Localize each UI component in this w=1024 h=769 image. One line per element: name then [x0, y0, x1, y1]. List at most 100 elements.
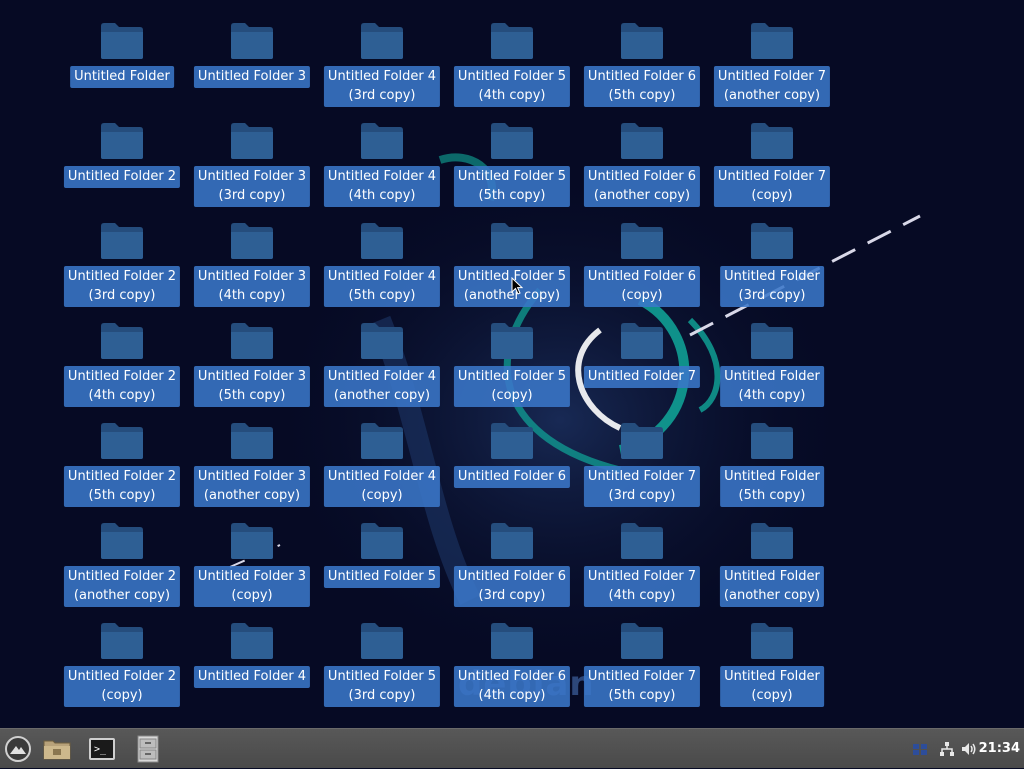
- folder-icon: [620, 522, 664, 560]
- taskbar-panel: >_ 21:34: [0, 728, 1024, 768]
- folder-name-text: Untitled Folder: [74, 69, 170, 84]
- folder-name-text: Untitled Folder 3: [197, 169, 307, 184]
- folder-icon: [750, 322, 794, 360]
- desktop-folder[interactable]: Untitled Folder 2 (4th copy): [57, 300, 187, 407]
- folder-name-text: Untitled Folder 3: [197, 69, 307, 84]
- folder-name-text: Untitled Folder 6: [587, 169, 697, 184]
- desktop-folder[interactable]: Untitled Folder (3rd copy): [707, 200, 837, 307]
- folder-name-text: Untitled Folder 7: [587, 669, 697, 684]
- desktop-folder[interactable]: Untitled Folder (5th copy): [707, 400, 837, 507]
- folder-name-text: Untitled Folder 7: [717, 69, 827, 84]
- folder-icon: [490, 22, 534, 60]
- folder-icon: [230, 222, 274, 260]
- desktop-folder[interactable]: Untitled Folder 3 (another copy): [187, 400, 317, 507]
- desktop-folder[interactable]: Untitled Folder 5 (3rd copy): [317, 600, 447, 707]
- desktop-folder[interactable]: Untitled Folder (copy): [707, 600, 837, 707]
- desktop-folder[interactable]: Untitled Folder 4 (3rd copy): [317, 0, 447, 107]
- folder-icon: [360, 522, 404, 560]
- folder-icon: [100, 422, 144, 460]
- desktop-folder[interactable]: Untitled Folder 3 (copy): [187, 500, 317, 607]
- desktop-folder[interactable]: Untitled Folder 4: [187, 600, 317, 700]
- desktop-folder[interactable]: Untitled Folder 5: [317, 500, 447, 600]
- desktop-folder[interactable]: Untitled Folder 6 (3rd copy): [447, 500, 577, 607]
- folder-name-text: Untitled Folder 6: [457, 669, 567, 684]
- desktop-folder[interactable]: Untitled Folder 6: [447, 400, 577, 500]
- folder-name-text: Untitled Folder 7: [717, 169, 827, 184]
- folder-name-text: Untitled Folder 5: [457, 369, 567, 384]
- desktop-folder[interactable]: Untitled Folder 4 (copy): [317, 400, 447, 507]
- folder-icon: [620, 422, 664, 460]
- desktop-folder[interactable]: Untitled Folder 6 (another copy): [577, 100, 707, 207]
- app-menu-button[interactable]: [2, 733, 34, 765]
- folder-icon: [100, 622, 144, 660]
- folder-icon: [230, 322, 274, 360]
- desktop-folder[interactable]: Untitled Folder 2 (copy): [57, 600, 187, 707]
- folder-icon: [750, 22, 794, 60]
- folder-name-text: Untitled Folder 2: [67, 169, 177, 184]
- folder-name-text: Untitled Folder: [724, 469, 820, 484]
- desktop-folder[interactable]: Untitled Folder 4 (4th copy): [317, 100, 447, 207]
- folder-icon: [360, 22, 404, 60]
- terminal-icon: >_: [89, 738, 115, 760]
- folder-icon: [360, 422, 404, 460]
- folder-icon: [620, 622, 664, 660]
- desktop-folder[interactable]: Untitled Folder: [57, 0, 187, 100]
- desktop-folder[interactable]: Untitled Folder 3: [187, 0, 317, 100]
- desktop-folder[interactable]: Untitled Folder 2 (3rd copy): [57, 200, 187, 307]
- folder-icon: [490, 522, 534, 560]
- folder-label: Untitled Folder 7 (5th copy): [583, 666, 701, 707]
- folder-icon: [490, 622, 534, 660]
- desktop-folder[interactable]: Untitled Folder 5 (copy): [447, 300, 577, 407]
- folder-label: Untitled Folder 2 (copy): [63, 666, 181, 707]
- clock[interactable]: 21:34: [979, 729, 1020, 769]
- desktop-folder[interactable]: Untitled Folder 7 (5th copy): [577, 600, 707, 707]
- folder-name-text: Untitled Folder 4: [327, 69, 437, 84]
- desktop-folder[interactable]: Untitled Folder 3 (3rd copy): [187, 100, 317, 207]
- folder-icon: [100, 122, 144, 160]
- desktop-folder[interactable]: Untitled Folder 6 (copy): [577, 200, 707, 307]
- desktop-folder[interactable]: Untitled Folder 7: [577, 300, 707, 400]
- folder-name-text: Untitled Folder 5: [327, 669, 437, 684]
- desktop-folder[interactable]: Untitled Folder 7 (another copy): [707, 0, 837, 107]
- desktop-folder[interactable]: Untitled Folder 2 (another copy): [57, 500, 187, 607]
- folder-icon: [100, 322, 144, 360]
- desktop-folder[interactable]: Untitled Folder 3 (5th copy): [187, 300, 317, 407]
- file-cabinet-icon: [137, 735, 159, 763]
- desktop-folder[interactable]: Untitled Folder 3 (4th copy): [187, 200, 317, 307]
- desktop-folder[interactable]: Untitled Folder 6 (4th copy): [447, 600, 577, 707]
- network-icon[interactable]: [939, 741, 955, 757]
- desktop-folder[interactable]: Untitled Folder 4 (5th copy): [317, 200, 447, 307]
- folder-name-text: Untitled Folder: [724, 369, 820, 384]
- desktop-folder[interactable]: Untitled Folder 6 (5th copy): [577, 0, 707, 107]
- folder-name-text: Untitled Folder 6: [457, 469, 567, 484]
- folder-icon: [750, 622, 794, 660]
- desktop-folder[interactable]: Untitled Folder 7 (4th copy): [577, 500, 707, 607]
- desktop-folder[interactable]: Untitled Folder (4th copy): [707, 300, 837, 407]
- desktop-folder[interactable]: Untitled Folder 4 (another copy): [317, 300, 447, 407]
- desktop-folder[interactable]: Untitled Folder 7 (3rd copy): [577, 400, 707, 507]
- folder-icon: [230, 622, 274, 660]
- desktop-folder[interactable]: Untitled Folder 2 (5th copy): [57, 400, 187, 507]
- terminal-launcher[interactable]: >_: [86, 733, 118, 765]
- file-manager-launcher[interactable]: [40, 733, 74, 765]
- folder-copy-text: (4th copy): [478, 688, 546, 703]
- desktop-folder[interactable]: Untitled Folder (another copy): [707, 500, 837, 607]
- folder-name-text: Untitled Folder 5: [457, 69, 567, 84]
- folder-copy-text: (copy): [751, 688, 793, 703]
- folder-label: Untitled Folder 5: [323, 566, 441, 588]
- desktop-folder[interactable]: Untitled Folder 2: [57, 100, 187, 200]
- desktop-folder[interactable]: Untitled Folder 5 (5th copy): [447, 100, 577, 207]
- desktop-folder[interactable]: Untitled Folder 7 (copy): [707, 100, 837, 207]
- folder-icon: [360, 622, 404, 660]
- folder-icon: [100, 522, 144, 560]
- desktop-folder[interactable]: Untitled Folder 5 (4th copy): [447, 0, 577, 107]
- folder-name-text: Untitled Folder 6: [457, 569, 567, 584]
- folder-copy-text: (5th copy): [608, 688, 676, 703]
- folder-icon: [490, 222, 534, 260]
- folder-icon: [490, 122, 534, 160]
- volume-icon[interactable]: [961, 741, 977, 757]
- folder-name-text: Untitled Folder 6: [587, 269, 697, 284]
- file-cabinet-launcher[interactable]: [134, 733, 162, 765]
- desktop[interactable]: Untitled Folder Untitled Folder 3 Untitled…: [0, 0, 1024, 728]
- workspace-icon[interactable]: [912, 741, 928, 757]
